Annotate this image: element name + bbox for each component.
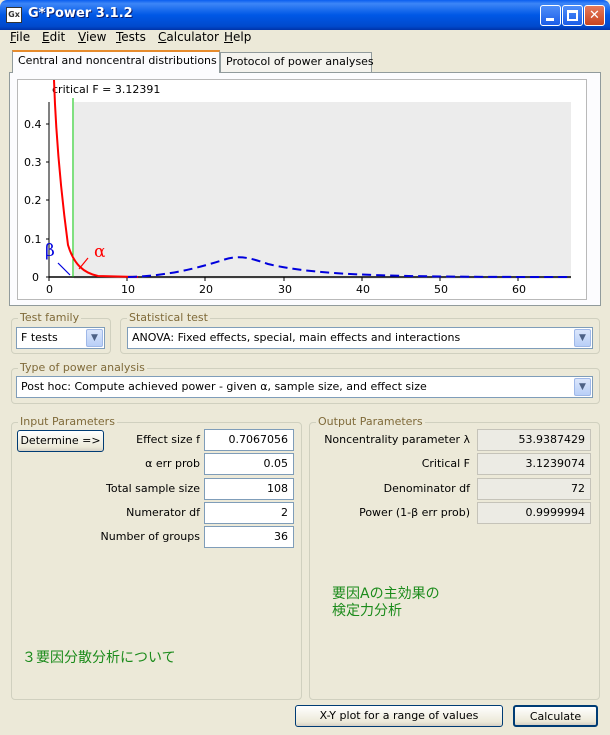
- tab-protocol[interactable]: Protocol of power analyses: [220, 52, 374, 72]
- chevron-down-icon[interactable]: ▼: [86, 329, 103, 347]
- y-tick-label: 0: [32, 271, 39, 284]
- total-sample-size-input[interactable]: 108: [204, 478, 294, 500]
- minimize-button[interactable]: [540, 5, 561, 26]
- power-analysis-value: Post hoc: Compute achieved power - given…: [21, 380, 427, 393]
- calculate-button[interactable]: Calculate: [513, 705, 598, 727]
- test-family-label: Test family: [18, 311, 82, 324]
- minimize-icon: [546, 18, 554, 21]
- x-tick-label: 50: [434, 283, 448, 296]
- menu-edit[interactable]: Edit: [42, 30, 65, 44]
- power-analysis-label: Type of power analysis: [18, 361, 147, 374]
- x-tick-label: 20: [199, 283, 213, 296]
- main-effect-note: 要因Aの主効果の 検定力分析: [332, 586, 440, 620]
- three-factor-anova-note: ３要因分散分析について: [22, 650, 176, 666]
- menu-view[interactable]: View: [78, 30, 106, 44]
- numerator-df-input[interactable]: 2: [204, 502, 294, 524]
- beta-pointer: [57, 262, 71, 276]
- maximize-button[interactable]: [562, 5, 583, 26]
- main-effect-note-line2: 検定力分析: [332, 603, 402, 619]
- total-sample-size-label: Total sample size: [105, 482, 200, 495]
- power-output: 0.9999994: [477, 502, 591, 524]
- x-tick-label: 10: [121, 283, 135, 296]
- statistical-test-select[interactable]: ANOVA: Fixed effects, special, main effe…: [127, 327, 593, 349]
- gpower-app-icon[interactable]: Gx: [6, 7, 22, 23]
- chevron-down-icon[interactable]: ▼: [574, 329, 591, 347]
- number-of-groups-input[interactable]: 36: [204, 526, 294, 548]
- menu-tests[interactable]: Tests: [116, 30, 146, 44]
- alpha-err-label: α err prob: [145, 457, 200, 470]
- menu-file[interactable]: File: [10, 30, 30, 44]
- close-button[interactable]: ✕: [584, 5, 605, 26]
- critical-f-label: critical F = 3.12391: [52, 83, 160, 96]
- statistical-test-value: ANOVA: Fixed effects, special, main effe…: [132, 331, 461, 344]
- numerator-df-label: Numerator df: [126, 506, 200, 519]
- test-family-value: F tests: [21, 331, 58, 344]
- y-tick-label: 0.4: [24, 118, 42, 131]
- x-tick-label: 30: [278, 283, 292, 296]
- noncentrality-output: 53.9387429: [477, 429, 591, 451]
- menu-bar: File Edit View Tests Calculator Help: [0, 30, 610, 48]
- tab-distributions[interactable]: Central and noncentral distributions: [12, 50, 220, 73]
- alpha-err-input[interactable]: 0.05: [204, 453, 294, 475]
- y-tick-label: 0.2: [24, 194, 42, 207]
- power-analysis-select[interactable]: Post hoc: Compute achieved power - given…: [16, 376, 593, 398]
- distribution-plot: 0.4 0.3 0.2 0.1 0 0 10 20 30 40 50 60 cr…: [17, 79, 587, 300]
- y-tick-label: 0.1: [24, 233, 42, 246]
- denominator-df-output: 72: [477, 478, 591, 500]
- alpha-label: α: [94, 242, 106, 262]
- distribution-chart: 0.4 0.3 0.2 0.1 0 0 10 20 30 40 50 60 cr…: [24, 80, 572, 296]
- close-icon: ✕: [589, 8, 600, 23]
- power-label: Power (1-β err prob): [359, 506, 470, 519]
- effect-size-label: Effect size f: [136, 433, 200, 446]
- beta-label: β: [45, 241, 55, 261]
- chevron-down-icon[interactable]: ▼: [574, 378, 591, 396]
- number-of-groups-label: Number of groups: [100, 530, 200, 543]
- critical-f-output-label: Critical F: [421, 457, 470, 470]
- noncentrality-label: Noncentrality parameter λ: [324, 433, 470, 446]
- plot-background: [74, 102, 571, 279]
- xy-plot-button[interactable]: X-Y plot for a range of values: [295, 705, 503, 727]
- input-parameters-label: Input Parameters: [18, 415, 117, 428]
- window-title: G*Power 3.1.2: [28, 6, 133, 21]
- critical-f-output: 3.1239074: [477, 453, 591, 475]
- menu-help[interactable]: Help: [224, 30, 251, 44]
- effect-size-input[interactable]: 0.7067056: [204, 429, 294, 451]
- denominator-df-label: Denominator df: [383, 482, 470, 495]
- menu-calculator[interactable]: Calculator: [158, 30, 219, 44]
- maximize-icon: [567, 10, 578, 21]
- test-family-select[interactable]: F tests ▼: [16, 327, 105, 349]
- x-tick-label: 60: [512, 283, 526, 296]
- title-bar: Gx G*Power 3.1.2 ✕: [0, 0, 610, 30]
- determine-button[interactable]: Determine =>: [17, 430, 104, 452]
- main-effect-note-line1: 要因Aの主効果の: [332, 586, 440, 602]
- x-tick-label: 0: [46, 283, 53, 296]
- y-tick-label: 0.3: [24, 156, 42, 169]
- output-parameters-label: Output Parameters: [316, 415, 425, 428]
- x-tick-label: 40: [356, 283, 370, 296]
- statistical-test-label: Statistical test: [127, 311, 210, 324]
